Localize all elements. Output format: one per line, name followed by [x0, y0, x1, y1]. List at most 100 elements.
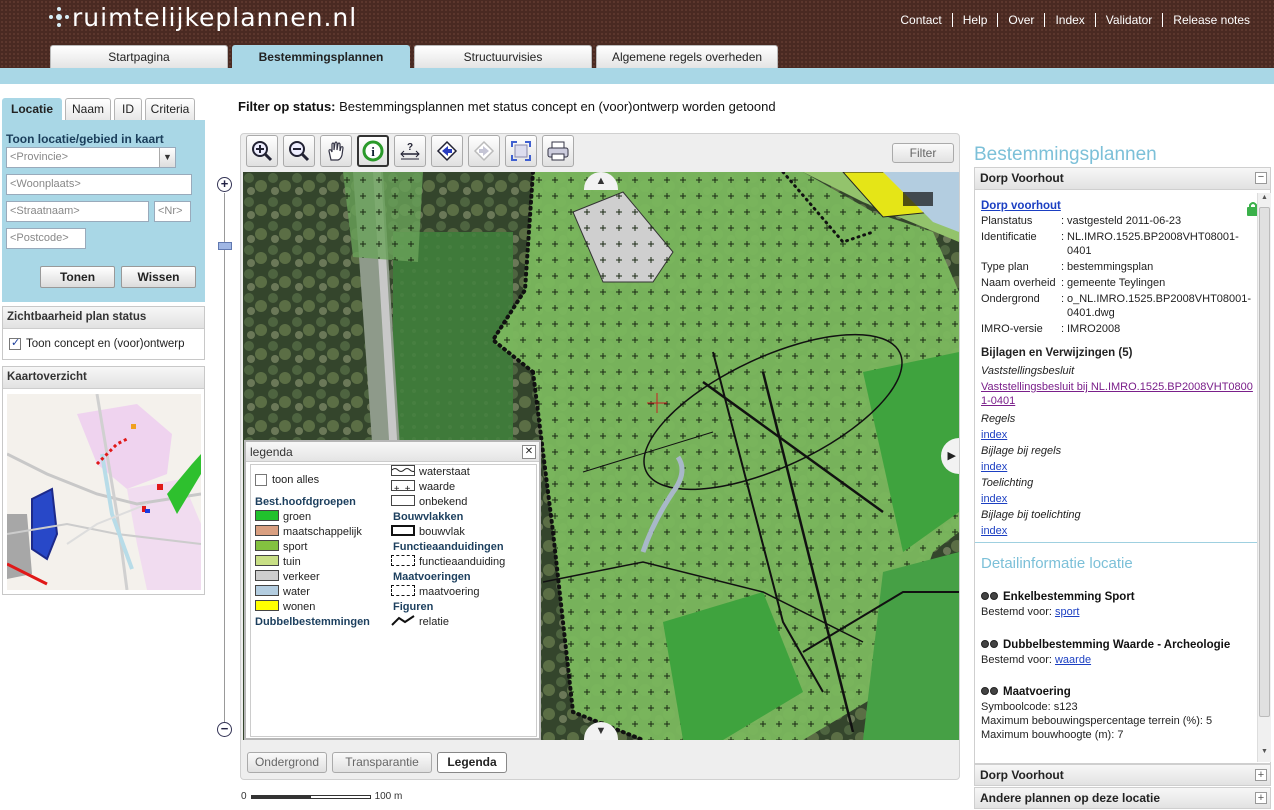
detail-header: Maatvoering	[981, 685, 1071, 698]
overview-map[interactable]	[7, 394, 201, 590]
filter-status-text: Filter op status: Bestemmingsplannen met…	[238, 99, 776, 114]
tonen-button[interactable]: Tonen	[40, 266, 115, 288]
scale-start: 0	[241, 791, 247, 802]
property-key: Ondergrond	[981, 293, 1040, 305]
huisnummer-input[interactable]: <Nr>	[154, 201, 191, 222]
scroll-down-icon[interactable]: ▼	[1259, 748, 1270, 760]
zoom-in-icon[interactable]	[246, 135, 278, 167]
site-logo[interactable]: ruimtelijkeplannen.nl	[48, 2, 357, 32]
functie-swatch	[391, 555, 415, 566]
tab-criteria[interactable]: Criteria	[145, 98, 195, 120]
detail-link[interactable]: sport	[1055, 606, 1079, 618]
zoom-slider-handle[interactable]	[218, 242, 232, 250]
detail-prefix: Bestemd voor:	[981, 654, 1055, 666]
expand-icon[interactable]: +	[1255, 792, 1267, 804]
legend-item-2: sport	[255, 540, 307, 554]
tab-naam[interactable]: Naam	[65, 98, 111, 120]
legend-label-onbekend: onbekend	[419, 496, 468, 508]
attachment-link[interactable]: index	[981, 460, 1256, 474]
footer2-label: Andere plannen op deze locatie	[980, 791, 1161, 805]
detail-text: Symboolcode: s123	[981, 701, 1078, 713]
collapse-icon[interactable]: −	[1255, 172, 1267, 184]
legend-show-all[interactable]: toon alles	[255, 473, 319, 487]
legend-label-relatie: relatie	[419, 616, 449, 628]
legend-item-6: wonen	[255, 600, 315, 614]
show-all-checkbox[interactable]	[255, 474, 267, 487]
visibility-checkbox[interactable]	[9, 336, 21, 350]
tab-startpagina[interactable]: Startpagina	[50, 45, 228, 68]
scroll-thumb[interactable]	[1259, 207, 1270, 717]
legend-item-4: verkeer	[255, 570, 320, 584]
zoom-out-slider-button[interactable]: −	[217, 722, 232, 737]
legend-item-3: tuin	[255, 555, 301, 569]
footer-section-andere-plannen[interactable]: Andere plannen op deze locatie +	[974, 787, 1271, 809]
attachment-link[interactable]: index	[981, 492, 1256, 506]
next-extent-icon[interactable]	[468, 135, 500, 167]
tab-id[interactable]: ID	[114, 98, 142, 120]
detail-line: Maximum bouwhoogte (m): 7	[981, 729, 1123, 741]
svg-text:i: i	[371, 144, 375, 159]
nav-link-index[interactable]: Index	[1044, 13, 1094, 27]
attachment-label: Vaststellingsbesluit	[981, 365, 1075, 377]
nav-link-contact[interactable]: Contact	[890, 13, 951, 27]
nav-link-over[interactable]: Over	[997, 13, 1044, 27]
binoculars-icon	[981, 638, 1000, 649]
attachments-title: Bijlagen en Verwijzingen (5)	[981, 347, 1133, 359]
zoom-in-slider-button[interactable]: +	[217, 177, 232, 192]
property-value: o_NL.IMRO.1525.BP2008VHT08001-0401.dwg	[1067, 293, 1252, 319]
zoom-slider-track[interactable]	[224, 193, 225, 723]
tab-locatie[interactable]: Locatie	[2, 98, 62, 120]
close-icon[interactable]: ✕	[522, 445, 536, 459]
tab-algemene-regels[interactable]: Algemene regels overheden	[596, 45, 778, 68]
binoculars-icon	[981, 590, 1000, 601]
binoculars-icon	[981, 685, 1000, 696]
visibility-checkbox-label: Toon concept en (voor)ontwerp	[26, 338, 185, 351]
straatnaam-input[interactable]: <Straatnaam>	[6, 201, 149, 222]
map-filter-button[interactable]: Filter	[892, 143, 954, 163]
nav-link-release-notes[interactable]: Release notes	[1162, 13, 1260, 27]
chevron-down-icon[interactable]: ▼	[159, 148, 175, 167]
scale-bar-graphic	[250, 794, 371, 799]
plan-name-link[interactable]: Dorp voorhout	[981, 200, 1061, 212]
print-icon[interactable]	[542, 135, 574, 167]
legend-label: tuin	[283, 556, 301, 568]
province-select[interactable]: <Provincie> ▼	[6, 147, 176, 168]
visibility-option[interactable]: Toon concept en (voor)ontwerp	[9, 336, 185, 351]
legend-swatch	[255, 570, 279, 581]
nav-link-help[interactable]: Help	[951, 13, 998, 27]
expand-icon[interactable]: +	[1255, 769, 1267, 781]
legend-item-0: groen	[255, 510, 311, 524]
pan-hand-icon[interactable]	[320, 135, 352, 167]
wissen-button[interactable]: Wissen	[121, 266, 196, 288]
attachment-label: Toelichting	[981, 477, 1034, 489]
right-panel-scrollbar[interactable]: ▲ ▼	[1257, 193, 1271, 762]
location-title: Toon locatie/gebied in kaart	[6, 132, 164, 146]
logo-text: ruimtelijkeplannen.nl	[72, 2, 358, 32]
scroll-up-icon[interactable]: ▲	[1259, 194, 1270, 206]
footer-section-dorp-voorhout[interactable]: Dorp Voorhout +	[974, 764, 1271, 786]
previous-extent-icon[interactable]	[431, 135, 463, 167]
nav-link-validator[interactable]: Validator	[1094, 13, 1162, 27]
legend-item-maatvoering: maatvoering	[391, 585, 480, 599]
full-extent-icon[interactable]	[505, 135, 537, 167]
attachment-link[interactable]: index	[981, 524, 1256, 538]
info-icon[interactable]: i	[357, 135, 389, 167]
woonplaats-input[interactable]: <Woonplaats>	[6, 174, 192, 195]
transparantie-button[interactable]: Transparantie	[332, 752, 432, 773]
attachment-link[interactable]: Vaststellingsbesluit bij NL.IMRO.1525.BP…	[981, 380, 1256, 408]
legend-label: verkeer	[283, 571, 320, 583]
top-navigation: Contact Help Over Index Validator Releas…	[890, 13, 1260, 27]
property-key: IMRO-versie	[981, 323, 1043, 335]
zoom-out-icon[interactable]	[283, 135, 315, 167]
ondergrond-button[interactable]: Ondergrond	[247, 752, 327, 773]
measure-icon[interactable]: ?	[394, 135, 426, 167]
legend-label-functieaanduiding: functieaanduiding	[419, 556, 506, 568]
tab-bestemmingsplannen[interactable]: Bestemmingsplannen	[232, 45, 410, 68]
legend-item-5: water	[255, 585, 310, 599]
legenda-button[interactable]: Legenda	[437, 752, 507, 773]
attachment-link[interactable]: index	[981, 428, 1256, 442]
plan-section-header[interactable]: Dorp Voorhout −	[975, 168, 1270, 190]
tab-structuurvisies[interactable]: Structuurvisies	[414, 45, 592, 68]
detail-link[interactable]: waarde	[1055, 654, 1091, 666]
postcode-input[interactable]: <Postcode>	[6, 228, 86, 249]
